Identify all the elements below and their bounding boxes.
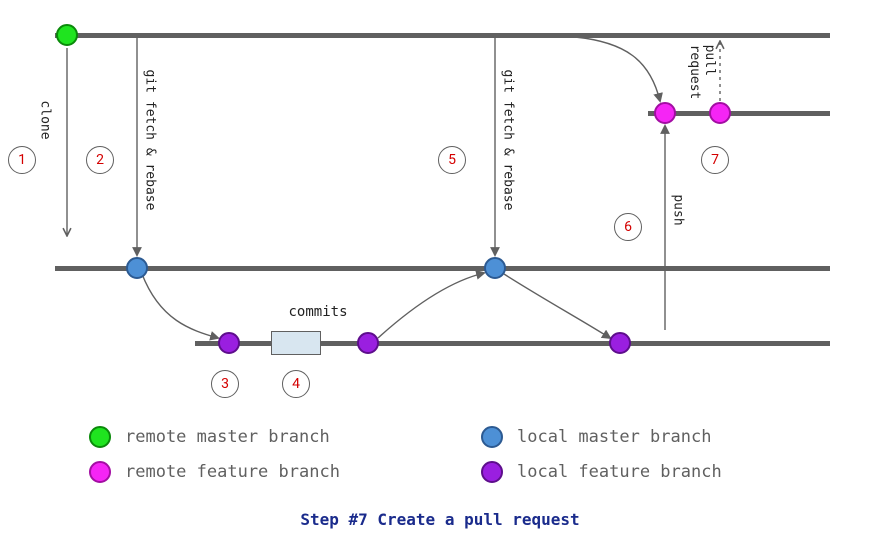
label-request: request xyxy=(687,45,702,100)
legend-label-local-master: local master branch xyxy=(517,427,711,447)
label-commits: commits xyxy=(288,304,347,320)
label-fetch-rebase-2: git fetch & rebase xyxy=(501,70,516,211)
node-local-master-1 xyxy=(126,257,148,279)
caption: Step #7 Create a pull request xyxy=(300,510,579,529)
node-local-master-2 xyxy=(484,257,506,279)
node-local-feature-2 xyxy=(357,332,379,354)
step-7: 7 xyxy=(701,146,729,174)
node-remote-master-head xyxy=(56,24,78,46)
label-clone: clone xyxy=(38,100,53,139)
node-local-feature-3 xyxy=(609,332,631,354)
legend-dot-local-master xyxy=(481,426,503,448)
step-2: 2 xyxy=(86,146,114,174)
label-pull-request: pullrequest xyxy=(686,45,716,100)
label-fetch-rebase-1: git fetch & rebase xyxy=(143,70,158,211)
label-pull: pull xyxy=(702,45,717,76)
node-remote-feature-1 xyxy=(654,102,676,124)
legend-label-remote-feature: remote feature branch xyxy=(125,462,340,482)
label-push: push xyxy=(671,194,686,225)
node-local-feature-1 xyxy=(218,332,240,354)
node-remote-feature-2 xyxy=(709,102,731,124)
lane-remote-master xyxy=(55,33,830,38)
legend-label-local-feature: local feature branch xyxy=(517,462,722,482)
commits-box xyxy=(271,331,321,355)
legend-dot-remote-feature xyxy=(89,461,111,483)
diagram-canvas: clone git fetch & rebase git fetch & reb… xyxy=(0,0,879,547)
step-6: 6 xyxy=(614,213,642,241)
lane-local-master xyxy=(55,266,830,271)
step-5: 5 xyxy=(438,146,466,174)
step-3: 3 xyxy=(211,370,239,398)
legend-label-remote-master: remote master branch xyxy=(125,427,330,447)
legend-dot-remote-master xyxy=(89,426,111,448)
step-1: 1 xyxy=(8,146,36,174)
legend-dot-local-feature xyxy=(481,461,503,483)
step-4: 4 xyxy=(282,370,310,398)
